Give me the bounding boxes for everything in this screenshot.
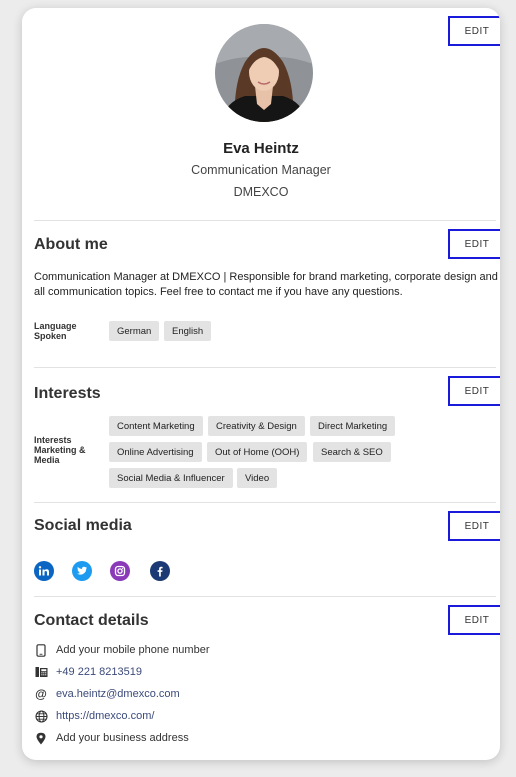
office-phone-icon — [34, 665, 48, 679]
interests-title: Interests — [34, 385, 101, 402]
divider — [34, 596, 496, 597]
social-title: Social media — [34, 517, 132, 534]
interest-tag: Video — [237, 468, 278, 488]
edit-profile-button[interactable]: EDIT — [448, 16, 500, 46]
profile-role: Communication Manager — [191, 163, 331, 177]
language-tag: English — [164, 321, 212, 341]
linkedin-icon[interactable] — [34, 561, 54, 581]
divider — [34, 220, 496, 221]
interest-tag: Online Advertising — [109, 442, 202, 462]
globe-icon — [34, 709, 48, 723]
divider — [34, 502, 496, 503]
profile-card: EDIT Eva Heintz Communication Manager DM… — [22, 8, 500, 760]
contact-mobile-row[interactable]: Add your mobile phone number — [34, 642, 209, 658]
edit-contact-button[interactable]: EDIT — [448, 605, 500, 635]
interests-label: Interests Marketing & Media — [34, 435, 86, 465]
avatar — [215, 24, 313, 122]
contact-website-row[interactable]: https://dmexco.com/ — [34, 708, 154, 724]
edit-interests-button[interactable]: EDIT — [448, 376, 500, 406]
contact-address-text: Add your business address — [56, 732, 189, 744]
contact-title: Contact details — [34, 612, 149, 629]
language-tag: German — [109, 321, 160, 341]
profile-name: Eva Heintz — [223, 140, 299, 157]
contact-website-link[interactable]: https://dmexco.com/ — [56, 710, 154, 722]
at-sign-icon: @ — [35, 687, 47, 701]
about-text: Communication Manager at DMEXCO | Respon… — [34, 271, 498, 298]
edit-social-button[interactable]: EDIT — [448, 511, 500, 541]
interest-tag: Social Media & Influencer — [109, 468, 233, 488]
contact-address-row[interactable]: Add your business address — [34, 730, 189, 746]
language-label: Language Spoken — [34, 321, 77, 341]
interest-tag: Out of Home (OOH) — [207, 442, 308, 462]
about-title: About me — [34, 236, 108, 253]
edit-about-button[interactable]: EDIT — [448, 229, 500, 259]
profile-company: DMEXCO — [233, 185, 289, 199]
interest-tag: Search & SEO — [313, 442, 391, 462]
contact-mobile-text: Add your mobile phone number — [56, 644, 210, 656]
facebook-icon[interactable] — [150, 561, 170, 581]
location-pin-icon — [34, 731, 48, 745]
contact-email-row[interactable]: @ eva.heintz@dmexco.com — [34, 686, 180, 702]
contact-phone-row[interactable]: +49 221 8213519 — [34, 664, 142, 680]
interest-tag: Direct Marketing — [310, 416, 396, 436]
divider — [34, 367, 496, 368]
contact-email-link[interactable]: eva.heintz@dmexco.com — [56, 688, 180, 700]
mobile-phone-icon — [34, 643, 48, 657]
twitter-icon[interactable] — [72, 561, 92, 581]
contact-phone-link[interactable]: +49 221 8213519 — [56, 666, 142, 678]
interest-tag: Content Marketing — [109, 416, 203, 436]
instagram-icon[interactable] — [110, 561, 130, 581]
interest-tag: Creativity & Design — [208, 416, 305, 436]
